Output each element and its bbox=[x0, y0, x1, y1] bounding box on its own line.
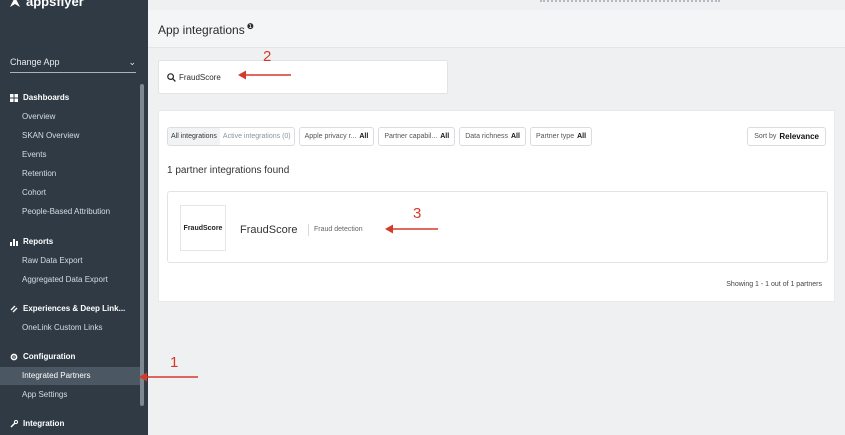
divider bbox=[308, 224, 309, 236]
sidebar-item-app-settings[interactable]: App Settings bbox=[22, 390, 67, 399]
sidebar-section-experiences[interactable]: Experiences & Deep Link... bbox=[10, 304, 125, 313]
sidebar-item-cohort[interactable]: Cohort bbox=[22, 188, 46, 197]
annotation-arrow-2 bbox=[238, 70, 291, 80]
filter-bar: All integrations Active integrations (0)… bbox=[167, 127, 593, 146]
filter-data-richness[interactable]: Data richness All bbox=[459, 127, 526, 146]
results-count: 1 partner integrations found bbox=[167, 165, 290, 176]
annotation-number-3: 3 bbox=[413, 205, 422, 222]
filter-value: All bbox=[511, 133, 520, 140]
sort-value: Relevance bbox=[779, 132, 819, 141]
sidebar: appsflyer Change App ⌄ Dashboards Overvi… bbox=[0, 0, 148, 435]
filter-value: All bbox=[359, 133, 369, 140]
tab-active-integrations[interactable]: Active integrations (0) bbox=[220, 128, 294, 145]
logo-text: appsflyer bbox=[26, 0, 84, 9]
search-card: FraudScore bbox=[158, 60, 448, 94]
partner-card-fraudscore[interactable]: FraudScore FraudScore Fraud detection bbox=[167, 191, 828, 263]
appsflyer-logo-icon bbox=[10, 0, 20, 7]
sidebar-item-integrated-partners[interactable]: Integrated Partners bbox=[0, 367, 140, 385]
filter-partner-capability[interactable]: Partner capabil... All bbox=[378, 127, 456, 146]
filter-apple-privacy[interactable]: Apple privacy r... All bbox=[298, 127, 375, 146]
filter-label: Apple privacy r... bbox=[304, 133, 357, 140]
change-app-dropdown[interactable]: Change App ⌄ bbox=[10, 57, 136, 73]
sidebar-scrollbar[interactable] bbox=[140, 84, 144, 406]
sort-dropdown[interactable]: Sort by Relevance bbox=[747, 127, 826, 146]
page-title: App integrations ❶ bbox=[158, 22, 254, 37]
chevron-down-icon: ⌄ bbox=[128, 57, 136, 67]
section-label: Configuration bbox=[23, 352, 76, 361]
gear-icon bbox=[10, 353, 18, 360]
section-label: Reports bbox=[23, 237, 54, 246]
results-panel: All integrations Active integrations (0)… bbox=[158, 110, 835, 302]
info-icon[interactable]: ❶ bbox=[247, 22, 254, 31]
section-label: Experiences & Deep Link... bbox=[23, 304, 126, 313]
search-input[interactable]: FraudScore bbox=[179, 73, 221, 82]
section-label: Integration bbox=[23, 419, 65, 428]
sidebar-item-aggregated-data-export[interactable]: Aggregated Data Export bbox=[22, 275, 108, 284]
sidebar-item-overview[interactable]: Overview bbox=[22, 112, 55, 121]
sidebar-section-integration[interactable]: Integration bbox=[10, 419, 64, 428]
sidebar-section-configuration[interactable]: Configuration bbox=[10, 352, 75, 361]
annotation-number-1: 1 bbox=[170, 354, 179, 371]
link-icon bbox=[10, 305, 18, 312]
page-header: App integrations ❶ bbox=[148, 10, 845, 48]
bar-chart-icon bbox=[10, 238, 18, 246]
top-bar-user-info bbox=[540, 0, 720, 3]
integration-scope-toggle: All integrations Active integrations (0) bbox=[167, 127, 295, 146]
search-icon bbox=[167, 73, 176, 82]
sidebar-item-events[interactable]: Events bbox=[22, 150, 46, 159]
sidebar-section-reports[interactable]: Reports bbox=[10, 237, 53, 246]
annotation-arrow-3 bbox=[385, 224, 438, 234]
tab-all-integrations[interactable]: All integrations bbox=[168, 128, 220, 145]
annotation-arrow-1 bbox=[139, 372, 198, 382]
filter-partner-type[interactable]: Partner type All bbox=[529, 127, 593, 146]
sidebar-item-people-based-attribution[interactable]: People-Based Attribution bbox=[22, 207, 110, 216]
dashboard-icon bbox=[10, 93, 18, 102]
section-label: Dashboards bbox=[23, 93, 70, 102]
sidebar-item-skan-overview[interactable]: SKAN Overview bbox=[22, 131, 79, 140]
page-title-text: App integrations bbox=[158, 23, 245, 37]
sidebar-item-retention[interactable]: Retention bbox=[22, 169, 56, 178]
sidebar-item-onelink-custom-links[interactable]: OneLink Custom Links bbox=[22, 323, 102, 332]
partner-name: FraudScore bbox=[240, 224, 298, 236]
sidebar-item-raw-data-export[interactable]: Raw Data Export bbox=[22, 256, 82, 265]
filter-value: All bbox=[577, 133, 587, 140]
annotation-number-2: 2 bbox=[263, 48, 272, 65]
filter-value: All bbox=[440, 133, 450, 140]
partner-logo: FraudScore bbox=[180, 205, 226, 251]
partner-category: Fraud detection bbox=[314, 226, 363, 233]
filter-label: Partner capabil... bbox=[384, 133, 438, 140]
change-app-label: Change App bbox=[10, 57, 60, 67]
filter-label: Partner type bbox=[535, 133, 575, 140]
sort-label: Sort by bbox=[754, 133, 777, 140]
app-logo[interactable]: appsflyer bbox=[8, 0, 84, 9]
wrench-icon bbox=[10, 419, 18, 428]
sidebar-section-dashboards[interactable]: Dashboards bbox=[10, 93, 69, 102]
filter-label: Data richness bbox=[465, 133, 508, 140]
pagination-summary: Showing 1 - 1 out of 1 partners bbox=[726, 281, 822, 288]
